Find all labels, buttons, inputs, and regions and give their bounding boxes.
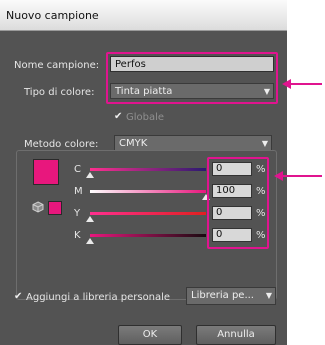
color-type-label: Tipo di colore:: [24, 87, 95, 98]
channel-c-label: C: [74, 164, 81, 175]
color-mode-label: Metodo colore:: [24, 139, 99, 150]
channel-y-slider[interactable]: [90, 212, 206, 215]
arrow-left-icon: [282, 79, 322, 89]
channel-m-slider[interactable]: [90, 190, 206, 193]
add-to-library-checkbox[interactable]: ✔: [14, 292, 24, 302]
name-type-highlight: [106, 52, 278, 104]
channel-y-label: Y: [74, 208, 81, 219]
channel-y-thumb[interactable]: [86, 216, 94, 222]
cube-icon[interactable]: [32, 201, 44, 213]
ok-button[interactable]: OK: [118, 325, 182, 345]
global-checkbox[interactable]: ✔: [114, 112, 124, 122]
arrow-left-icon: [274, 171, 322, 181]
library-select[interactable]: Libreria pe... ▼: [186, 287, 276, 305]
channel-k-label: K: [74, 230, 81, 241]
channel-k-slider[interactable]: [90, 234, 206, 237]
gamut-swatch[interactable]: [48, 201, 62, 215]
channel-c-thumb[interactable]: [86, 172, 94, 178]
add-to-library-label: Aggiungi a libreria personale: [26, 292, 171, 303]
values-highlight: [207, 157, 269, 249]
channel-k-thumb[interactable]: [86, 238, 94, 244]
global-label: Globale: [126, 112, 165, 123]
dialog-title: Nuovo campione: [6, 9, 99, 22]
channel-m-label: M: [74, 186, 83, 197]
channel-c-slider[interactable]: [90, 168, 206, 171]
dialog-titlebar: Nuovo campione: [0, 0, 287, 31]
swatch-name-label: Nome campione:: [14, 60, 100, 71]
color-preview-swatch: [33, 159, 59, 185]
chevron-down-icon: ▼: [261, 139, 268, 148]
library-value: Libreria pe...: [191, 290, 254, 301]
color-mode-value: CMYK: [119, 138, 148, 149]
cancel-button[interactable]: Annulla: [196, 325, 276, 345]
color-mode-select[interactable]: CMYK ▼: [114, 135, 272, 151]
chevron-down-icon: ▼: [265, 291, 272, 300]
